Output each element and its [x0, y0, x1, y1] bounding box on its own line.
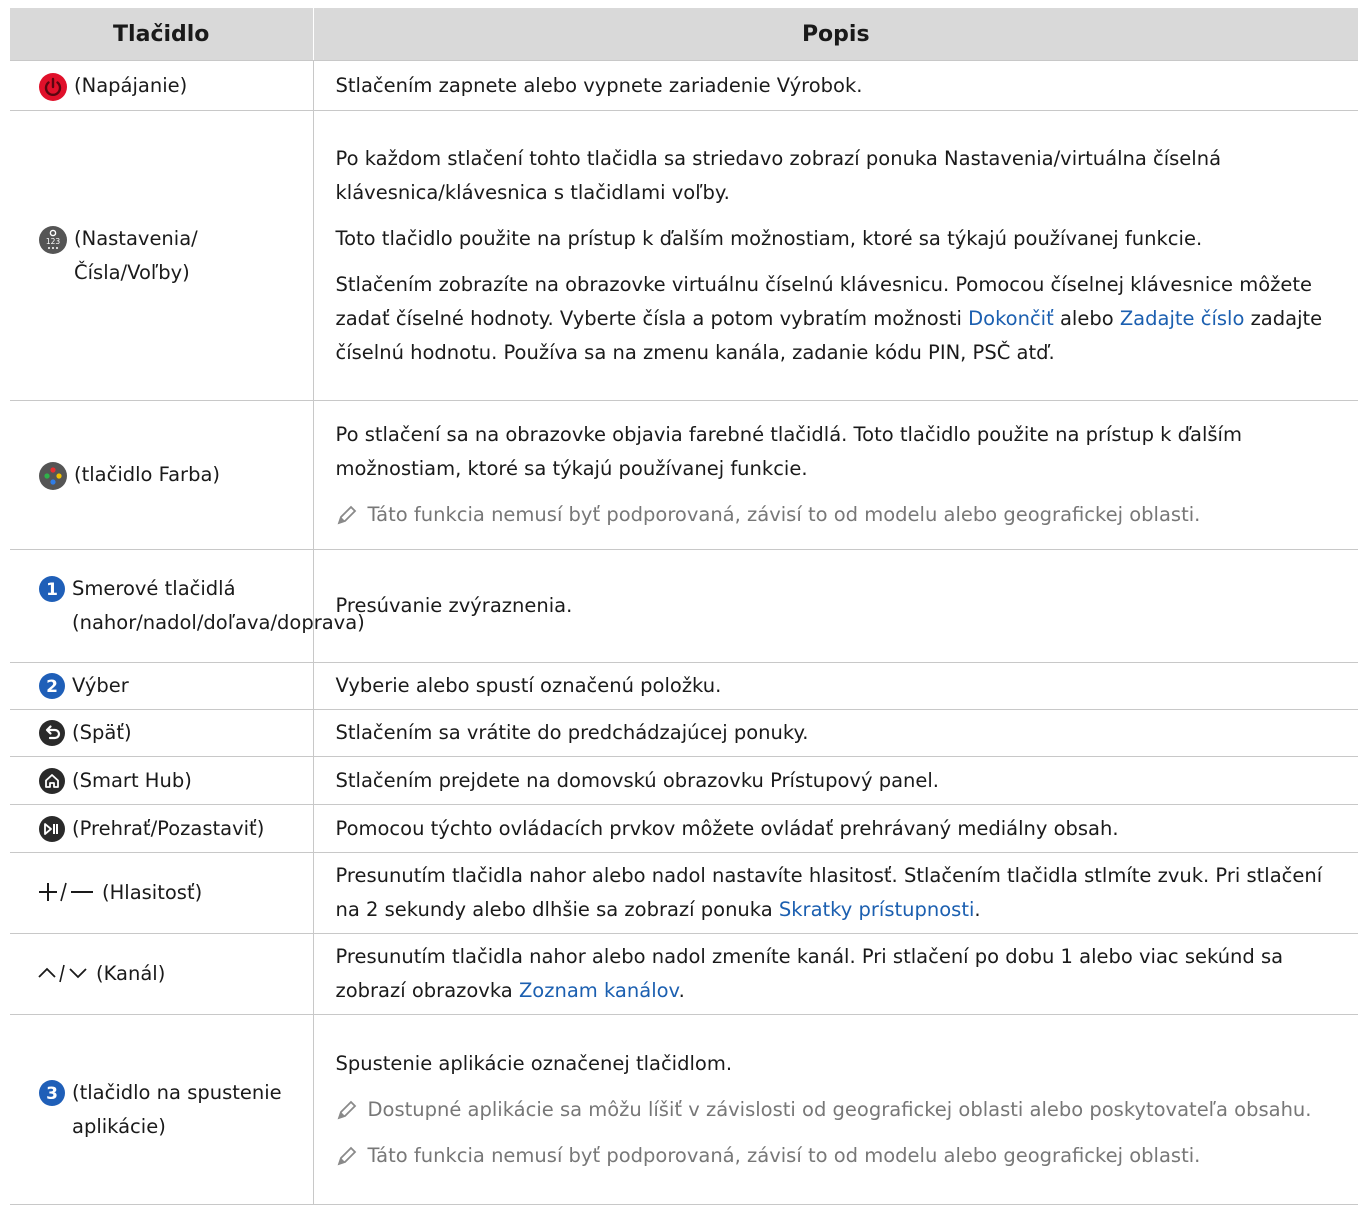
button-label: Výber	[72, 674, 129, 697]
button-label: (Smart Hub)	[72, 768, 192, 792]
description-text: Presúvanie zvýraznenia.	[335, 594, 573, 617]
text-segment: alebo	[1053, 306, 1120, 330]
power-icon	[38, 72, 68, 102]
note: Táto funkcia nemusí byť podporovaná, záv…	[336, 1139, 1345, 1173]
button-label: (Hlasitosť)	[102, 881, 203, 904]
table-row: 2 Výber Vyberie alebo spustí označenú po…	[10, 662, 1358, 710]
button-label: (tlačidlo na spustenie aplikácie)	[72, 1080, 282, 1138]
button-cell: 3 (tlačidlo na spustenie aplikácie)	[10, 1014, 314, 1205]
back-icon	[38, 719, 66, 747]
description-text: Po každom stlačení tohto tlačidla sa str…	[335, 146, 1222, 204]
button-cell: (Späť)	[10, 709, 314, 757]
table-row: (Napájanie) Stlačením zapnete alebo vypn…	[10, 60, 1358, 111]
description-text: Stlačením prejdete na domovskú obrazovku…	[335, 768, 940, 792]
table-row: (tlačidlo Farba) Po stlačení sa na obraz…	[10, 400, 1358, 550]
description-text: Stlačením zapnete alebo vypnete zariaden…	[335, 73, 863, 97]
note-text: Dostupné aplikácie sa môžu líšiť v závis…	[367, 1097, 1312, 1121]
table-row: (Späť) Stlačením sa vrátite do predchádz…	[10, 709, 1358, 757]
note: Táto funkcia nemusí byť podporovaná, záv…	[336, 498, 1345, 532]
description-cell: Presúvanie zvýraznenia.	[313, 549, 1358, 663]
description-text: Stlačením zobrazíte na obrazovke virtuál…	[336, 268, 1345, 370]
button-label: (Napájanie)	[74, 73, 188, 97]
button-cell: (Smart Hub)	[10, 756, 314, 805]
description-text: Presunutím tlačidla nahor alebo nadol zm…	[336, 940, 1345, 1008]
button-label: Smerové tlačidlá (nahor/nadol/doľava/dop…	[72, 577, 365, 634]
table-row: (Hlasitosť) Presunutím tlačidla nahor al…	[10, 852, 1358, 934]
button-cell: (Hlasitosť)	[10, 852, 314, 934]
pencil-note-icon	[336, 1099, 360, 1121]
description-cell: Vyberie alebo spustí označenú položku.	[313, 662, 1358, 710]
button-cell: (tlačidlo Farba)	[10, 400, 314, 550]
description-cell: Presunutím tlačidla nahor alebo nadol na…	[313, 852, 1358, 934]
note-text: Táto funkcia nemusí byť podporovaná, záv…	[367, 1143, 1201, 1167]
number-1-icon: 1	[38, 575, 66, 603]
link-zoznam-kanalov[interactable]: Zoznam kanálov	[519, 979, 679, 1002]
home-icon	[38, 767, 66, 795]
link-zadajte-cislo[interactable]: Zadajte číslo	[1120, 307, 1245, 330]
table-row: 3 (tlačidlo na spustenie aplikácie) Spus…	[10, 1014, 1358, 1205]
text-segment: .	[678, 979, 685, 1002]
button-label: (tlačidlo Farba)	[74, 463, 221, 486]
volume-plus-minus-icon	[38, 879, 96, 905]
description-text: Pomocou týchto ovládacích prvkov môžete …	[335, 816, 1119, 840]
link-dokoncit[interactable]: Dokončiť	[968, 307, 1054, 330]
svg-text:1: 1	[46, 580, 58, 600]
table-header-row: Tlačidlo Popis	[10, 8, 1358, 61]
color-button-icon	[38, 461, 68, 491]
header-description: Popis	[313, 8, 1358, 61]
pencil-note-icon	[336, 1145, 360, 1167]
number-3-icon: 3	[38, 1079, 66, 1107]
pencil-note-icon	[336, 504, 360, 526]
button-cell: (Napájanie)	[10, 60, 314, 111]
description-cell: Stlačením zapnete alebo vypnete zariaden…	[313, 60, 1358, 111]
button-label: (Kanál)	[96, 962, 166, 985]
text-segment: Presunutím tlačidla nahor alebo nadol zm…	[335, 945, 1284, 1002]
description-text: Vyberie alebo spustí označenú položku.	[335, 674, 722, 697]
description-cell: Pomocou týchto ovládacích prvkov môžete …	[313, 804, 1358, 853]
description-cell: Stlačením prejdete na domovskú obrazovku…	[313, 756, 1358, 805]
table-row: (Prehrať/Pozastaviť) Pomocou týchto ovlá…	[10, 804, 1358, 853]
button-cell: 2 Výber	[10, 662, 314, 710]
channel-up-down-icon	[38, 960, 90, 986]
svg-text:3: 3	[46, 1084, 58, 1104]
note-text: Táto funkcia nemusí byť podporovaná, záv…	[367, 503, 1201, 526]
description-cell: Stlačením sa vrátite do predchádzajúcej …	[313, 709, 1358, 757]
table-row: 1 Smerové tlačidlá (nahor/nadol/doľava/d…	[10, 549, 1358, 663]
play-pause-icon	[38, 815, 66, 843]
button-label: (Nastavenia/Čísla/Voľby)	[74, 226, 198, 284]
button-cell: 123 (Nastavenia/Čísla/Voľby)	[10, 110, 314, 401]
description-text: Toto tlačidlo použite na prístup k ďalší…	[335, 226, 1203, 250]
svg-text:123: 123	[46, 237, 61, 246]
description-cell: Po každom stlačení tohto tlačidla sa str…	[313, 110, 1358, 401]
description-text: Stlačením sa vrátite do predchádzajúcej …	[335, 721, 809, 744]
note: Dostupné aplikácie sa môžu líšiť v závis…	[336, 1093, 1345, 1127]
description-text: Presunutím tlačidla nahor alebo nadol na…	[336, 859, 1345, 927]
description-text: Spustenie aplikácie označenej tlačidlom.	[335, 1051, 733, 1075]
table-row: (Smart Hub) Stlačením prejdete na domovs…	[10, 756, 1358, 805]
button-cell: (Prehrať/Pozastaviť)	[10, 804, 314, 853]
button-cell: (Kanál)	[10, 933, 314, 1015]
header-button: Tlačidlo	[10, 8, 314, 61]
remote-buttons-table: Tlačidlo Popis (Napájanie) Stlačením zap…	[10, 8, 1358, 1205]
link-skratky-pristupnosti[interactable]: Skratky prístupnosti	[779, 898, 975, 921]
button-label: (Prehrať/Pozastaviť)	[72, 816, 265, 840]
settings-numbers-icon: 123	[38, 225, 68, 255]
description-cell: Spustenie aplikácie označenej tlačidlom.…	[313, 1014, 1358, 1205]
description-cell: Po stlačení sa na obrazovke objavia fare…	[313, 400, 1358, 550]
table-row: 123 (Nastavenia/Čísla/Voľby) Po každom s…	[10, 110, 1358, 401]
description-text: Po stlačení sa na obrazovke objavia fare…	[335, 423, 1242, 480]
button-label: (Späť)	[72, 721, 132, 744]
svg-text:2: 2	[46, 677, 58, 697]
text-segment: .	[974, 898, 981, 921]
button-cell: 1 Smerové tlačidlá (nahor/nadol/doľava/d…	[10, 549, 365, 663]
table-row: (Kanál) Presunutím tlačidla nahor alebo …	[10, 933, 1358, 1015]
description-cell: Presunutím tlačidla nahor alebo nadol zm…	[313, 933, 1358, 1015]
number-2-icon: 2	[38, 672, 66, 700]
